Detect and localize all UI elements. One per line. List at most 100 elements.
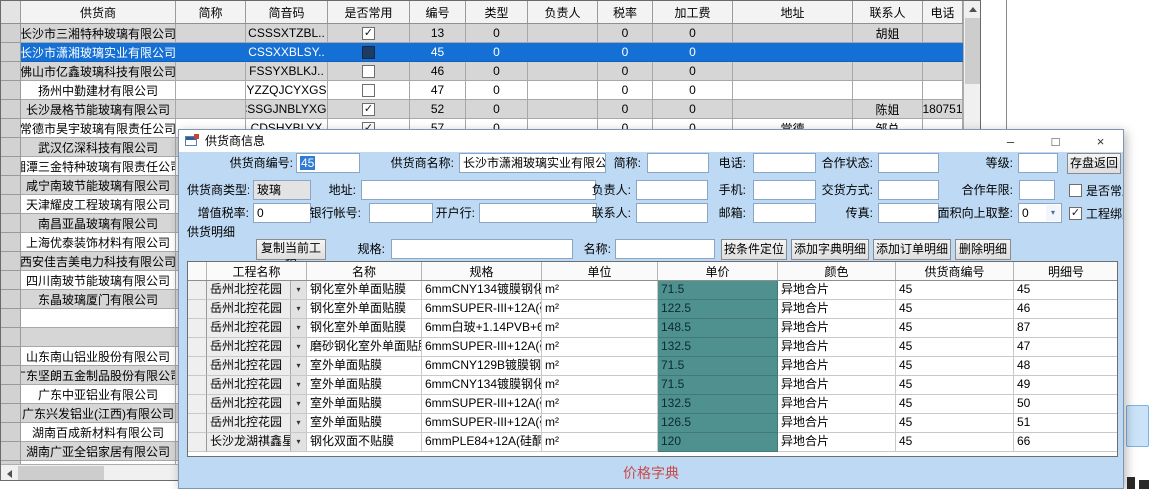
detail-column-header-detail_id[interactable]: 明细号 [1014, 262, 1118, 280]
column-header-common[interactable]: 是否常用 [328, 1, 410, 23]
detail-cell-project[interactable]: 岳州北控花园▾ [207, 338, 307, 357]
vat-input[interactable]: 0 [253, 203, 311, 223]
coop-input[interactable] [878, 153, 939, 173]
column-header-abbr[interactable]: 简称 [176, 1, 246, 23]
detail-row[interactable]: 岳州北控花园▾室外单面贴膜6mmSUPER-III+12A(硅...m²126.… [188, 414, 1117, 433]
table-row[interactable]: 长沙市三湘特种玻璃有限公司CSSSXTZBL..✓13000胡姐 [1, 24, 980, 43]
scroll-up-icon[interactable] [964, 1, 981, 18]
table-row[interactable]: 长沙晟格节能玻璃有限公司CSSGJNBLYXGS✓52000陈姐180751 [1, 100, 980, 119]
column-header-tax[interactable]: 税率 [598, 1, 653, 23]
addr-input[interactable] [361, 180, 596, 200]
dialog-title-bar[interactable]: 供货商信息 – □ × [179, 130, 1123, 152]
horizontal-scrollbar-thumb[interactable] [18, 466, 104, 481]
close-button[interactable]: × [1078, 130, 1123, 152]
locate-button[interactable]: 按条件定位 [721, 239, 787, 260]
combo-arrow-icon[interactable]: ▾ [290, 281, 306, 299]
combo-arrow-icon[interactable]: ▾ [290, 414, 306, 432]
detail-column-header-color[interactable]: 颜色 [778, 262, 896, 280]
cell-supplier: 湖南广亚全铝家居有限公司 [21, 442, 176, 461]
detail-column-header-supplier_id[interactable]: 供货商编号 [896, 262, 1014, 280]
detail-row[interactable]: 岳州北控花园▾室外单面贴膜6mmCNY134镀膜钢化m²71.5异地合片4549 [188, 376, 1117, 395]
combo-arrow-icon[interactable]: ▾ [290, 357, 306, 375]
contact-input[interactable] [636, 203, 708, 223]
common-checkbox[interactable]: ✓ [362, 103, 375, 116]
combo-arrow-icon[interactable]: ▾ [290, 376, 306, 394]
common-checkbox[interactable] [362, 84, 375, 97]
detail-cell-project[interactable]: 岳州北控花园▾ [207, 414, 307, 433]
dropdown-arrow-icon[interactable]: ▾ [1046, 205, 1060, 221]
bind-checkbox[interactable]: ✓ [1069, 207, 1082, 220]
detail-cell-project[interactable]: 岳州北控花园▾ [207, 300, 307, 319]
common-checkbox-field[interactable]: 是否常用 [1069, 180, 1124, 200]
delete-button[interactable]: 删除明细 [955, 239, 1011, 260]
table-row[interactable]: 扬州中勤建材有限公司YZZQJCYXGS47000 [1, 81, 980, 100]
detail-cell-project[interactable]: 长沙龙湖祺鑫星座▾ [207, 433, 307, 452]
detail-row[interactable]: 岳州北控花园▾钢化室外单面贴膜6mmSUPER-III+12A(硅...m²12… [188, 300, 1117, 319]
scroll-left-icon[interactable] [1, 465, 18, 481]
column-header-type[interactable]: 类型 [466, 1, 528, 23]
cell-supplier [21, 328, 176, 347]
detail-column-header-name[interactable]: 名称 [307, 262, 422, 280]
copy-button[interactable]: 复制当前工程 [256, 239, 326, 260]
common-checkbox[interactable] [362, 46, 375, 59]
column-header-id[interactable]: 编号 [410, 1, 466, 23]
detail-cell-project[interactable]: 岳州北控花园▾ [207, 357, 307, 376]
column-header-leader[interactable]: 负责人 [528, 1, 598, 23]
add-order-button[interactable]: 添加订单明细 [873, 239, 951, 260]
combo-arrow-icon[interactable]: ▾ [290, 300, 306, 318]
vertical-scrollbar-thumb[interactable] [965, 18, 980, 84]
dname-input[interactable] [615, 239, 715, 259]
detail-column-header-unit[interactable]: 单位 [542, 262, 658, 280]
combo-arrow-icon[interactable]: ▾ [290, 338, 306, 356]
add-dict-button[interactable]: 添加字典明细 [791, 239, 869, 260]
save-button[interactable]: 存盘返回 [1067, 153, 1121, 174]
spec-input[interactable] [391, 239, 573, 259]
column-header-contact[interactable]: 联系人 [853, 1, 923, 23]
detail-cell-project[interactable]: 岳州北控花园▾ [207, 376, 307, 395]
column-header-code[interactable]: 简音码 [246, 1, 328, 23]
area-input[interactable]: 0▾ [1018, 203, 1062, 223]
detail-row[interactable]: 岳州北控花园▾室外单面贴膜6mmCNY129B镀膜钢化m²71.5异地合片454… [188, 357, 1117, 376]
detail-row[interactable]: 岳州北控花园▾室外单面贴膜6mmSUPER-III+12A(硅...m²132.… [188, 395, 1117, 414]
supid-input[interactable]: 45 [296, 153, 360, 173]
detail-cell-detail_id: 48 [1014, 357, 1118, 376]
grade-input[interactable] [1018, 153, 1058, 173]
table-row[interactable]: 佛山市亿鑫玻璃科技有限公司FSSYXBLKJ..46000 [1, 62, 980, 81]
type-input[interactable]: 玻璃 [253, 180, 311, 200]
detail-cell-project[interactable]: 岳州北控花园▾ [207, 319, 307, 338]
contact-label: 联系人: [586, 203, 631, 223]
detail-column-header-spec[interactable]: 规格 [422, 262, 542, 280]
common-checkbox[interactable] [362, 65, 375, 78]
cell-fee: 0 [653, 24, 733, 43]
leader-input[interactable] [636, 180, 708, 200]
detail-row[interactable]: 岳州北控花园▾钢化室外单面贴膜6mm白玻+1.14PVB+6mm...m²148… [188, 319, 1117, 338]
column-header-fee[interactable]: 加工费 [653, 1, 733, 23]
detail-row[interactable]: 岳州北控花园▾钢化室外单面贴膜6mmCNY134镀膜钢化m²71.5异地合片45… [188, 281, 1117, 300]
combo-arrow-icon[interactable]: ▾ [290, 319, 306, 337]
common-checkbox[interactable] [1069, 184, 1082, 197]
column-header-phone[interactable]: 电话 [923, 1, 963, 23]
branch-input[interactable] [479, 203, 597, 223]
detail-row[interactable]: 长沙龙湖祺鑫星座▾钢化双面不贴膜6mmPLE84+12A(硅酮胶...m²120… [188, 433, 1117, 452]
detail-column-header-price[interactable]: 单价 [658, 262, 778, 280]
detail-cell-color: 异地合片 [778, 281, 896, 300]
years-input[interactable] [1019, 180, 1055, 200]
bind-checkbox-field[interactable]: ✓工程绑定 [1069, 203, 1124, 223]
combo-arrow-icon[interactable]: ▾ [290, 433, 306, 451]
detail-cell-project[interactable]: 岳州北控花园▾ [207, 395, 307, 414]
detail-cell-project[interactable]: 岳州北控花园▾ [207, 281, 307, 300]
combo-arrow-icon[interactable]: ▾ [290, 395, 306, 413]
delivery-input[interactable] [878, 180, 939, 200]
maximize-button[interactable]: □ [1033, 130, 1078, 152]
table-row[interactable]: 长沙市潇湘玻璃实业有限公司CSSXXBLSY..45000 [1, 43, 980, 62]
bank-input[interactable] [369, 203, 433, 223]
email-input[interactable] [753, 203, 816, 223]
detail-row[interactable]: 岳州北控花园▾磨砂钢化室外单面贴膜6mmSUPER-III+12A(硅...m²… [188, 338, 1117, 357]
column-header-supplier[interactable]: 供货商 [21, 1, 176, 23]
minimize-button[interactable]: – [988, 130, 1033, 152]
detail-column-header-project[interactable]: 工程名称 [207, 262, 307, 280]
column-header-address[interactable]: 地址 [733, 1, 853, 23]
cell-fee: 0 [653, 62, 733, 81]
detail-cell-unit: m² [542, 281, 658, 300]
common-checkbox[interactable]: ✓ [362, 27, 375, 40]
